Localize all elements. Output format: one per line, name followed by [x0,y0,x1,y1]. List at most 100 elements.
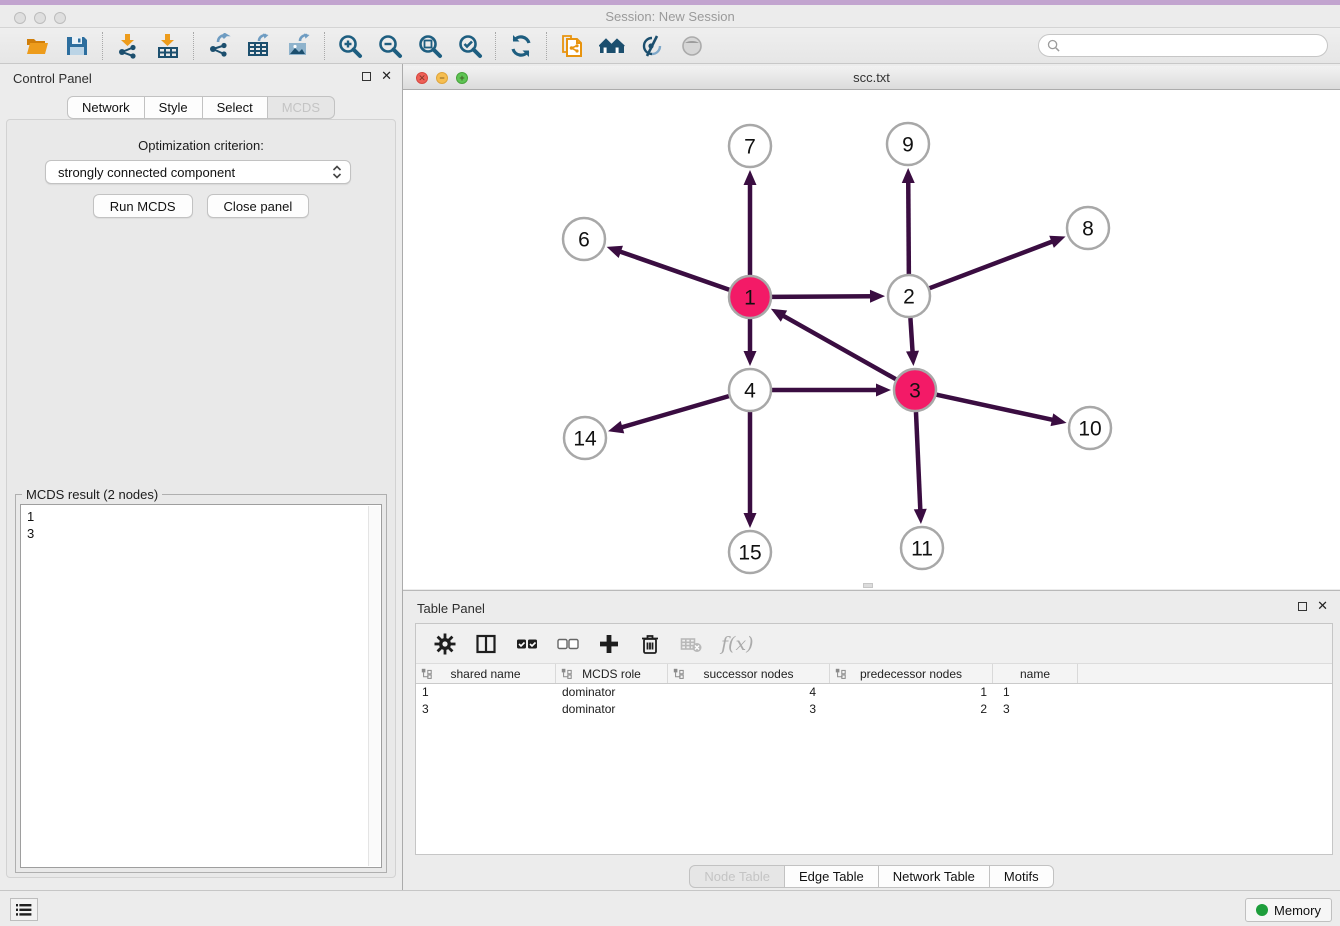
zoom-out-icon[interactable] [377,33,403,59]
refresh-icon[interactable] [508,33,534,59]
close-panel-button[interactable]: Close panel [207,194,310,218]
table-cell[interactable]: 3 [416,701,556,718]
control-panel-tabs: Network Style Select MCDS [0,96,402,119]
app-window: Session: New Session [0,0,1340,926]
canvas-resize-handle[interactable] [863,583,873,588]
table-cell[interactable]: dominator [556,684,668,701]
graph-edge-arrow-2-9 [902,168,915,183]
table-cell[interactable]: 3 [668,701,830,718]
zoom-in-icon[interactable] [337,33,363,59]
table-cell[interactable]: dominator [556,701,668,718]
close-table-panel-icon[interactable]: ✕ [1317,601,1328,611]
graph-edge-4-14[interactable] [620,396,729,428]
deselect-all-icon[interactable] [557,633,579,655]
tab-edge-table[interactable]: Edge Table [785,865,879,888]
graph-edge-1-2[interactable] [772,296,873,297]
column-header-mcds-role[interactable]: MCDS role [556,664,668,683]
main-toolbar [0,28,1340,64]
hide-eye-icon[interactable] [639,33,665,59]
memory-status-dot [1256,904,1268,916]
control-panel-title: Control Panel [13,71,92,86]
mcds-result-line: 1 [27,508,375,525]
table-cell[interactable]: 3 [993,701,1078,718]
graph-edge-2-3[interactable] [910,318,912,354]
column-header-predecessor-nodes[interactable]: predecessor nodes [830,664,993,683]
tab-node-table[interactable]: Node Table [689,865,785,888]
graph-edge-arrow-1-2 [870,290,885,303]
graph-edge-2-9[interactable] [908,180,909,274]
columns-icon[interactable] [475,633,497,655]
status-bar: Memory [0,890,1340,926]
search-input[interactable] [1064,39,1319,53]
table-cell[interactable]: 1 [416,684,556,701]
table-row[interactable]: 1dominator411 [416,684,1332,701]
export-network-icon[interactable] [206,33,232,59]
graph-edge-arrow-3-10 [1051,413,1067,426]
graph-edge-arrow-1-7 [744,170,757,185]
graph-edge-3-10[interactable] [936,395,1054,421]
graph-node-label-9: 9 [902,134,914,157]
graph-node-label-10: 10 [1078,418,1101,441]
graph-edge-2-8[interactable] [930,241,1055,288]
clone-network-icon[interactable] [559,33,585,59]
home-icon[interactable] [599,33,625,59]
graph-node-label-8: 8 [1082,218,1094,241]
close-panel-icon[interactable]: ✕ [381,71,392,81]
graph-edge-3-11[interactable] [916,412,920,512]
mcds-result-title: MCDS result (2 nodes) [22,487,162,502]
network-graph: 7968124314101511 [403,90,1340,589]
delete-table-icon[interactable] [680,633,702,655]
table-cell[interactable]: 1 [993,684,1078,701]
search-box [1038,34,1328,57]
table-panel: Table Panel ✕ [403,590,1340,890]
table-cell[interactable]: 2 [830,701,993,718]
add-column-icon[interactable] [598,633,620,655]
import-network-icon[interactable] [115,33,141,59]
import-table-icon[interactable] [155,33,181,59]
tab-network[interactable]: Network [67,96,145,119]
task-history-button[interactable] [10,898,38,921]
result-scrollbar[interactable] [368,506,380,866]
graph-node-label-15: 15 [738,542,761,565]
export-image-icon[interactable] [286,33,312,59]
mcds-result-list[interactable]: 1 3 [20,504,382,868]
graph-node-label-11: 11 [911,538,933,561]
select-all-icon[interactable] [516,633,538,655]
table-panel-title: Table Panel [417,601,485,616]
run-mcds-button[interactable]: Run MCDS [93,194,193,218]
mcds-result-line: 3 [27,525,375,542]
column-header-successor-nodes[interactable]: successor nodes [668,664,830,683]
eye-disabled-icon[interactable] [679,33,705,59]
zoom-fit-icon[interactable] [417,33,443,59]
delete-column-icon[interactable] [639,633,661,655]
graph-node-label-1: 1 [744,287,756,310]
tab-mcds[interactable]: MCDS [268,96,335,119]
table-cell[interactable]: 1 [830,684,993,701]
open-session-icon[interactable] [24,33,50,59]
tab-select[interactable]: Select [203,96,268,119]
settings-gear-icon[interactable] [434,633,456,655]
graph-edge-1-6[interactable] [618,251,729,290]
graph-node-label-4: 4 [744,380,756,403]
graph-edge-3-1[interactable] [781,315,895,380]
select-stepper-icon [332,164,342,180]
save-session-icon[interactable] [64,33,90,59]
memory-button[interactable]: Memory [1245,898,1332,922]
table-body: 1dominator4113dominator323 [416,684,1332,718]
table-cell[interactable]: 4 [668,684,830,701]
column-header-shared-name[interactable]: shared name [416,664,556,683]
network-canvas[interactable]: 7968124314101511 [403,90,1340,589]
tab-style[interactable]: Style [145,96,203,119]
zoom-selected-icon[interactable] [457,33,483,59]
criterion-select[interactable]: strongly connected component [45,160,351,184]
tab-network-table[interactable]: Network Table [879,865,990,888]
export-table-icon[interactable] [246,33,272,59]
float-panel-icon[interactable] [362,72,371,81]
float-table-panel-icon[interactable] [1298,602,1307,611]
column-header-name[interactable]: name [993,664,1078,683]
table-row[interactable]: 3dominator323 [416,701,1332,718]
network-window-titlebar[interactable]: ✕ − + scc.txt [403,66,1340,90]
function-builder-icon[interactable]: f(x) [721,633,754,655]
window-titlebar: Session: New Session [0,5,1340,28]
tab-motifs[interactable]: Motifs [990,865,1054,888]
